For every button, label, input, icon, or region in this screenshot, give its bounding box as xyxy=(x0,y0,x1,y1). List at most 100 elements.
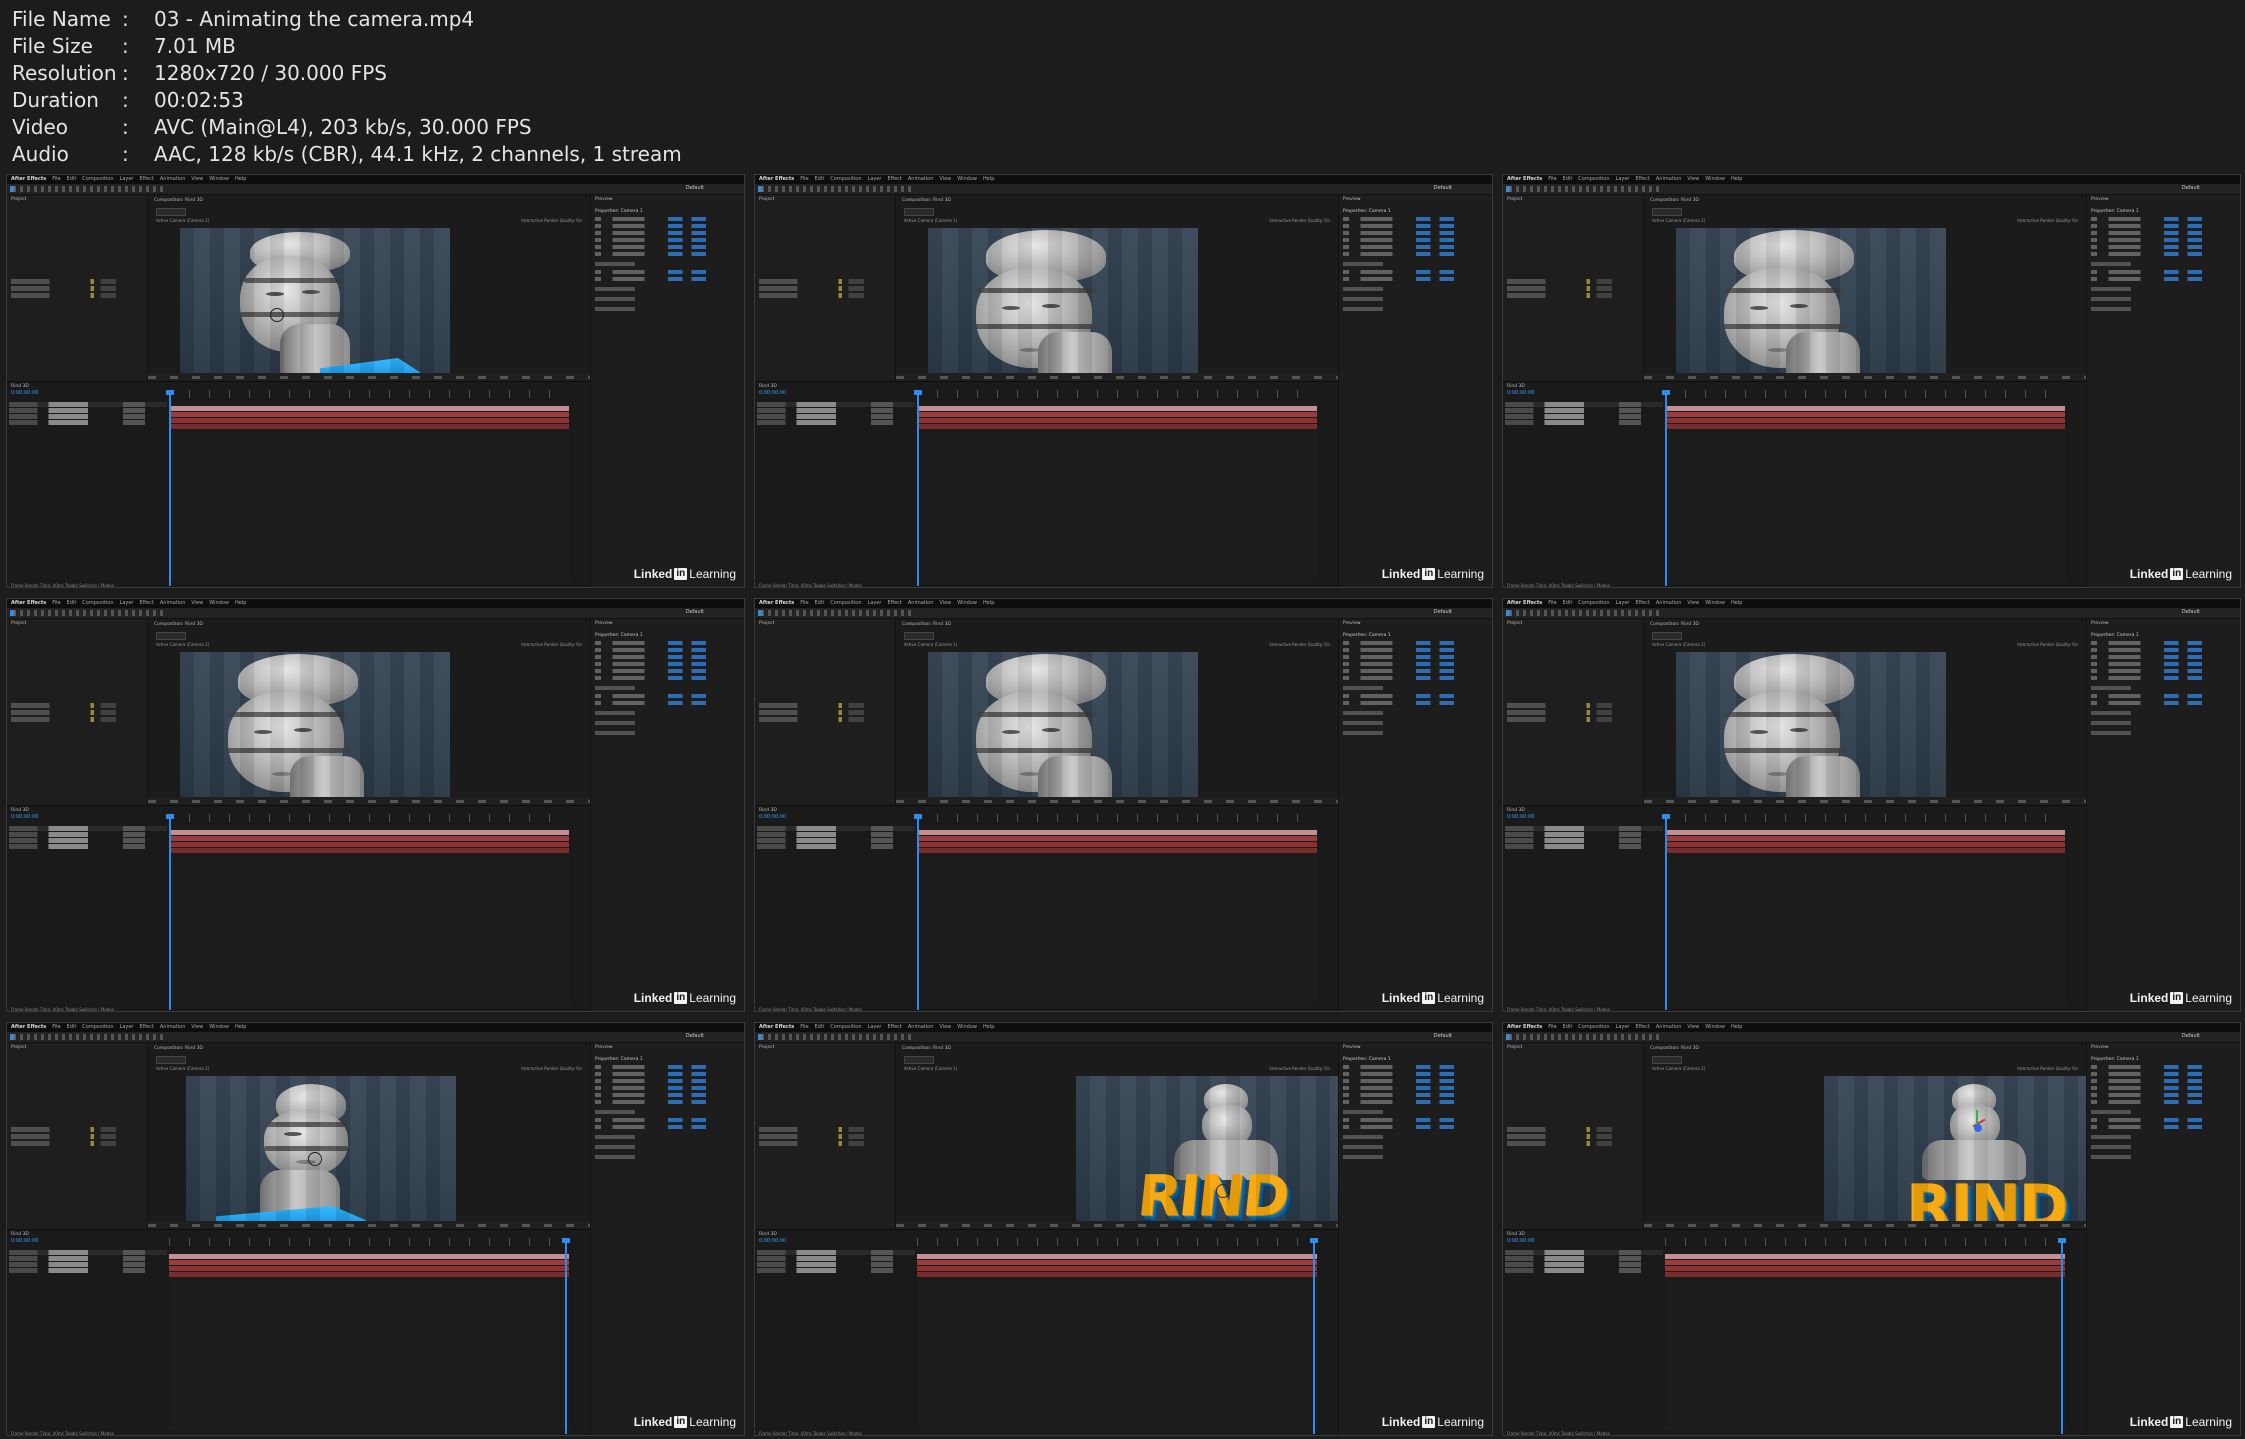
menu-item[interactable]: File xyxy=(800,1023,808,1032)
viewer-controls[interactable] xyxy=(1644,1221,2086,1229)
time-ruler[interactable] xyxy=(917,1238,1317,1246)
menu-item[interactable]: Help xyxy=(1731,1023,1742,1032)
layer-bar[interactable] xyxy=(169,848,569,853)
table-row[interactable] xyxy=(757,1250,915,1255)
table-row[interactable] xyxy=(757,408,915,413)
list-item[interactable] xyxy=(759,1134,887,1139)
viewer[interactable] xyxy=(1676,652,1946,804)
list-item[interactable] xyxy=(11,1141,139,1146)
viewer[interactable]: RIND xyxy=(1824,1076,2086,1228)
menu-item[interactable]: View xyxy=(1687,175,1699,184)
menu-item[interactable]: Animation xyxy=(908,1023,934,1032)
table-row[interactable] xyxy=(757,1268,915,1273)
viewer[interactable] xyxy=(180,228,450,380)
tool-icons[interactable] xyxy=(13,1034,163,1040)
time-ruler[interactable] xyxy=(169,814,569,822)
list-item[interactable] xyxy=(759,1127,887,1132)
layer-bar[interactable] xyxy=(1665,1272,2065,1277)
menu-item[interactable]: Layer xyxy=(1616,175,1630,184)
timecode[interactable]: 0:00:00:00 xyxy=(1507,814,1534,820)
layer-bar[interactable] xyxy=(917,418,1317,423)
layer-bar[interactable] xyxy=(1665,1260,2065,1265)
composition-tab[interactable]: Composition: Rind 3D xyxy=(154,198,203,203)
list-item[interactable] xyxy=(759,279,887,284)
workspace-label[interactable]: Default xyxy=(1434,185,1452,191)
menu-item[interactable]: File xyxy=(1548,175,1556,184)
viewer[interactable] xyxy=(186,1076,456,1228)
table-row[interactable] xyxy=(757,402,915,407)
menu-item[interactable]: Effect xyxy=(139,1023,153,1032)
layer-bar[interactable] xyxy=(917,842,1317,847)
menu-item[interactable]: Composition xyxy=(830,599,861,608)
layer-bar[interactable] xyxy=(169,836,569,841)
menu-item[interactable]: Composition xyxy=(82,175,113,184)
table-row[interactable] xyxy=(757,832,915,837)
list-item[interactable] xyxy=(759,293,887,298)
table-row[interactable] xyxy=(9,402,167,407)
menu-item[interactable]: After Effects xyxy=(11,175,46,184)
menu-item[interactable]: Help xyxy=(983,599,994,608)
table-row[interactable] xyxy=(1505,832,1663,837)
menu-item[interactable]: Animation xyxy=(160,175,186,184)
menu-item[interactable]: Layer xyxy=(1616,599,1630,608)
project-tab[interactable]: Project xyxy=(759,197,774,202)
list-item[interactable] xyxy=(759,717,887,722)
current-time-indicator[interactable] xyxy=(562,1238,570,1434)
layer-bar[interactable] xyxy=(917,1254,1317,1259)
menu-item[interactable]: After Effects xyxy=(11,599,46,608)
layer-bar[interactable] xyxy=(169,406,569,411)
project-tab[interactable]: Project xyxy=(11,197,26,202)
project-tab[interactable]: Project xyxy=(11,621,26,626)
layer-bar[interactable] xyxy=(1665,412,2065,417)
menu-item[interactable]: Effect xyxy=(1635,175,1649,184)
viewer-controls[interactable] xyxy=(148,373,590,381)
menu-item[interactable]: View xyxy=(191,1023,203,1032)
preview-tab[interactable]: Preview xyxy=(595,1045,613,1050)
layer-bar[interactable] xyxy=(917,1260,1317,1265)
menu-item[interactable]: File xyxy=(52,599,60,608)
table-row[interactable] xyxy=(757,1256,915,1261)
table-row[interactable] xyxy=(1505,420,1663,425)
project-tab[interactable]: Project xyxy=(1507,621,1522,626)
list-item[interactable] xyxy=(1507,703,1635,708)
table-row[interactable] xyxy=(1505,414,1663,419)
menu-item[interactable]: View xyxy=(191,175,203,184)
menu-item[interactable]: Window xyxy=(957,599,977,608)
list-item[interactable] xyxy=(759,703,887,708)
tool-icons[interactable] xyxy=(761,610,911,616)
preview-tab[interactable]: Preview xyxy=(2091,197,2109,202)
workspace-label[interactable]: Default xyxy=(1434,609,1452,615)
tool-icons[interactable] xyxy=(13,186,163,192)
menu-item[interactable]: File xyxy=(52,1023,60,1032)
composition-tab[interactable]: Composition: Rind 3D xyxy=(902,622,951,627)
time-ruler[interactable] xyxy=(917,390,1317,398)
list-item[interactable] xyxy=(11,717,139,722)
project-tab[interactable]: Project xyxy=(11,1045,26,1050)
menu-item[interactable]: Window xyxy=(1705,1023,1725,1032)
table-row[interactable] xyxy=(9,832,167,837)
menu-item[interactable]: Window xyxy=(957,175,977,184)
table-row[interactable] xyxy=(9,844,167,849)
table-row[interactable] xyxy=(1505,408,1663,413)
viewer-controls[interactable] xyxy=(896,797,1338,805)
menu-item[interactable]: Window xyxy=(209,1023,229,1032)
table-row[interactable] xyxy=(1505,1256,1663,1261)
time-ruler[interactable] xyxy=(1665,814,2065,822)
timeline-tab[interactable]: Rind 3D xyxy=(759,384,777,389)
menu-item[interactable]: Effect xyxy=(887,1023,901,1032)
menu-item[interactable]: Animation xyxy=(1656,175,1682,184)
preview-tab[interactable]: Preview xyxy=(1343,621,1361,626)
menu-item[interactable]: Window xyxy=(1705,599,1725,608)
table-row[interactable] xyxy=(9,1256,167,1261)
menu-item[interactable]: Edit xyxy=(815,1023,825,1032)
layer-bar[interactable] xyxy=(917,830,1317,835)
composition-tab[interactable]: Composition: Rind 3D xyxy=(902,1046,951,1051)
menu-item[interactable]: Effect xyxy=(887,599,901,608)
timecode[interactable]: 0:00:00:00 xyxy=(759,390,786,396)
timeline-tab[interactable]: Rind 3D xyxy=(11,1232,29,1237)
menu-item[interactable]: Edit xyxy=(1563,1023,1573,1032)
menu-item[interactable]: Edit xyxy=(815,175,825,184)
table-row[interactable] xyxy=(757,838,915,843)
table-row[interactable] xyxy=(757,420,915,425)
table-row[interactable] xyxy=(9,826,167,831)
